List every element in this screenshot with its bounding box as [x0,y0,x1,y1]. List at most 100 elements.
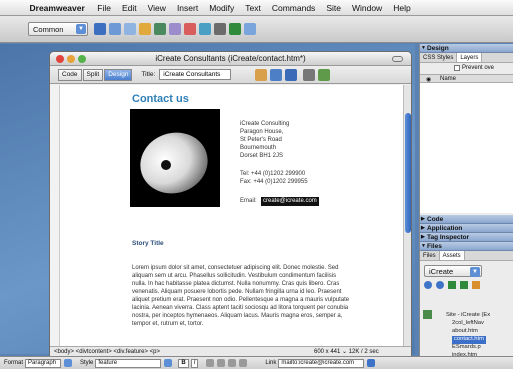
product-photo[interactable] [130,109,220,207]
chevron-down-icon: ▼ [76,24,86,34]
insert-category-select[interactable]: Common ▼ [28,22,88,36]
vertical-ruler [50,85,60,346]
telephone-number: Tel: +44 (0)1202 299900 [240,171,306,177]
chevron-down-icon[interactable] [164,359,173,367]
tab-assets[interactable]: Assets [439,251,465,260]
hyperlink-icon[interactable] [94,23,106,35]
tag-inspector-panel-header[interactable]: Tag Inspector [420,233,513,242]
document-window: iCreate Consultants (iCreate/contact.htm… [49,51,412,357]
files-panel-header[interactable]: Files [420,242,513,251]
align-right-icon[interactable] [228,359,237,367]
media-icon[interactable] [184,23,196,35]
justify-icon[interactable] [239,359,248,367]
tree-item-2col[interactable]: 2col_leftNav [452,320,484,328]
refresh-design-view-icon[interactable] [285,68,298,81]
insert-bar: Common ▼ [0,16,513,43]
toolbar-toggle-icon[interactable] [392,56,403,62]
menu-window[interactable]: Window [346,3,387,13]
code-panel-header[interactable]: Code [420,215,513,224]
mouse-image [140,132,208,194]
menu-file[interactable]: File [92,3,117,13]
document-title-bar[interactable]: iCreate Consultants (iCreate/contact.htm… [50,52,411,66]
link-input[interactable]: mailto:icreate@icreate.com [278,358,365,368]
menu-view[interactable]: View [142,3,171,13]
tag-chooser-icon[interactable] [244,23,256,35]
property-inspector: Format Paragraph Style feature B I Link … [0,356,513,369]
document-toolbar: Code Split Design Title: [50,66,411,84]
prevent-overlaps-checkbox[interactable] [454,65,460,71]
bold-button[interactable]: B [178,358,189,368]
tree-item-site-root[interactable]: Site - iCreate (Ex [446,312,490,320]
code-view-button[interactable]: Code [58,68,82,81]
view-options-icon[interactable] [303,68,316,81]
get-files-icon[interactable] [448,281,456,289]
tree-item-about[interactable]: about.htm [452,328,478,336]
application-panel-header[interactable]: Application [420,224,513,233]
layers-list [420,83,513,213]
address-line-5: Dorset BH1 2JS [240,153,284,159]
address-line-2: Paragon House, [240,129,284,135]
format-select[interactable]: Paragraph [25,358,62,368]
connect-icon[interactable] [424,281,432,289]
chevron-down-icon[interactable] [64,359,73,367]
menu-site[interactable]: Site [321,3,347,13]
design-view-canvas[interactable]: Contact us iCreate Consulting Paragon Ho… [50,85,405,346]
check-out-icon[interactable] [472,281,480,289]
tree-item-contact-selected[interactable]: contact.htm [452,336,486,344]
menu-insert[interactable]: Insert [171,3,203,13]
refresh-icon[interactable] [436,281,444,289]
point-to-file-icon[interactable] [367,359,376,367]
align-center-icon[interactable] [217,359,226,367]
preview-in-browser-icon[interactable] [270,68,283,81]
menu-edit[interactable]: Edit [117,3,143,13]
tab-files[interactable]: Files [420,251,440,260]
named-anchor-icon[interactable] [124,23,136,35]
menu-help[interactable]: Help [388,3,416,13]
title-field-label: Title: [141,71,156,78]
scrollbar-thumb[interactable] [405,113,411,233]
style-select[interactable]: feature [95,358,162,368]
split-view-button[interactable]: Split [82,68,104,81]
name-column-label: Name [440,76,457,82]
date-icon[interactable] [199,23,211,35]
align-left-icon[interactable] [206,359,215,367]
tree-item-esmards[interactable]: ESmards.p [452,344,481,352]
site-select[interactable]: iCreate ▼ [424,265,482,277]
address-line-1: iCreate Consulting [240,121,290,127]
table-icon[interactable] [139,23,151,35]
menu-modify[interactable]: Modify [204,3,240,13]
tab-css-styles[interactable]: CSS Styles [420,53,458,62]
design-panel-tabs: CSS Styles Layers [420,53,513,63]
story-paragraph-line-5: aliquet pretium erat. Praesent non odio.… [132,297,350,303]
eye-icon[interactable]: ◉ [426,76,431,84]
style-label: Style [80,360,94,366]
email-link-selected[interactable]: create@icreate.com [261,197,319,206]
fax-number: Fax: +44 (0)1202 299955 [240,179,308,185]
design-view-button[interactable]: Design [104,68,133,81]
close-icon[interactable] [56,55,64,63]
story-paragraph-line-8: tempor et, rutrum et, tortor. [132,321,204,327]
put-files-icon[interactable] [460,281,468,289]
document-title: iCreate Consultants (iCreate/contact.htm… [155,54,306,63]
apple-icon[interactable] [4,1,17,14]
visual-aids-icon[interactable] [318,68,331,81]
menu-bar: Dreamweaver File Edit View Insert Modify… [0,0,513,16]
menu-app-name[interactable]: Dreamweaver [24,3,92,13]
menu-text[interactable]: Text [240,3,267,13]
tab-layers[interactable]: Layers [457,53,483,62]
menu-commands[interactable]: Commands [266,3,320,13]
document-title-input[interactable] [159,69,232,80]
comment-icon[interactable] [214,23,226,35]
minimize-icon[interactable] [67,55,75,63]
template-icon[interactable] [229,23,241,35]
vertical-scrollbar[interactable] [403,85,411,346]
image-icon[interactable] [169,23,181,35]
email-link-icon[interactable] [109,23,121,35]
layer-icon[interactable] [154,23,166,35]
design-panel-header[interactable]: Design [420,44,513,53]
file-management-icon[interactable] [255,68,268,81]
prevent-overlaps-label: Prevent ove [462,65,495,71]
layers-column-header: ◉ Name [420,74,513,83]
italic-button[interactable]: I [190,358,199,368]
zoom-icon[interactable] [78,55,86,63]
